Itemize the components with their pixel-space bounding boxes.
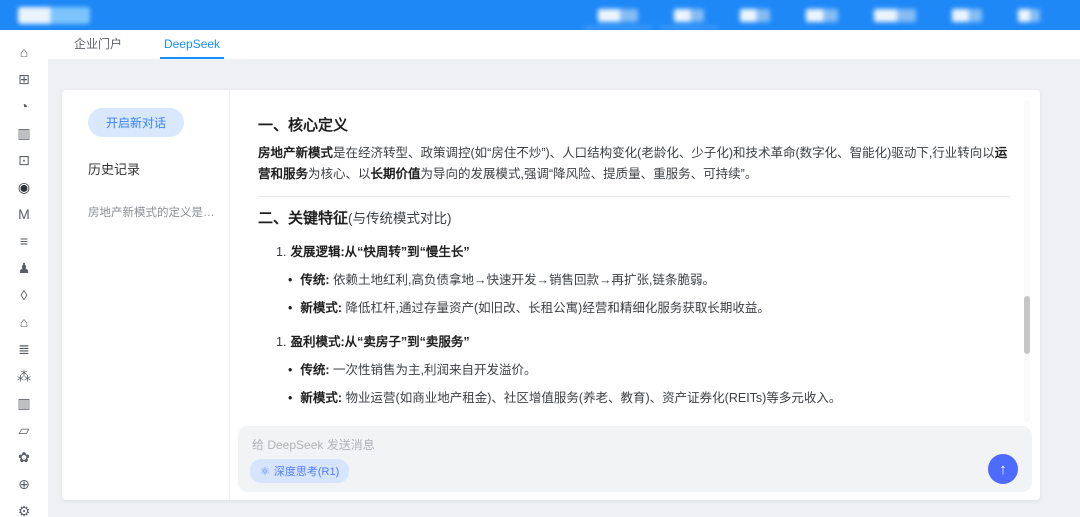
message-input-placeholder[interactable]: 给 DeepSeek 发送消息: [252, 436, 1018, 453]
chat-scrollbar-thumb[interactable]: [1024, 296, 1030, 354]
home-alt-icon[interactable]: ⌂: [16, 315, 32, 329]
blurred-nav-item[interactable]: [598, 9, 638, 22]
feature-bullet: •新模式: 降低杠杆,通过存量资产(如旧改、长租公寓)经营和精细化服务获取长期收…: [288, 299, 1010, 318]
settings-gear-icon[interactable]: ⚙: [16, 504, 32, 517]
flower-badge-icon[interactable]: ✿: [16, 450, 32, 464]
feature-item-title: 1.盈利模式:从“卖房子”到“卖服务”: [276, 331, 1010, 350]
history-title: 历史记录: [88, 159, 215, 178]
section-divider: [258, 196, 1010, 197]
blurred-nav-item[interactable]: [806, 9, 838, 22]
tab-deepseek[interactable]: DeepSeek: [160, 30, 224, 59]
app-badge-icon[interactable]: ◉: [16, 180, 32, 194]
definition-paragraph: 房地产新模式是在经济转型、政策调控(如“房住不炒”)、人口结构变化(老龄化、少子…: [258, 143, 1010, 184]
atom-icon: ⚛: [260, 465, 270, 478]
chat-messages: 一、核心定义 房地产新模式是在经济转型、政策调控(如“房住不炒”)、人口结构变化…: [238, 100, 1032, 422]
deep-think-button[interactable]: ⚛深度思考(R1): [250, 459, 349, 483]
user-icon[interactable]: ♟: [16, 261, 32, 275]
chat-scrollbar-track: [1024, 100, 1030, 422]
barcode-alt-icon[interactable]: ▥: [16, 396, 32, 410]
feature-bullet: •传统: 依赖土地红利,高负债拿地→快速开发→销售回款→再扩张,链条脆弱。: [288, 271, 1010, 290]
media-add-icon[interactable]: ⊡: [16, 153, 32, 167]
tab-bar: 企业门户 DeepSeek: [48, 30, 1080, 60]
bank-icon[interactable]: ≣: [16, 342, 32, 356]
barcode-icon[interactable]: ▥: [16, 126, 32, 140]
send-button[interactable]: ↑: [988, 454, 1018, 484]
blurred-nav-item[interactable]: [952, 9, 982, 22]
feature-bullet: •新模式: 物业运营(如商业地产租金)、社区增值服务(养老、教育)、资产证券化(…: [288, 389, 1010, 408]
tab-portal[interactable]: 企业门户: [70, 30, 126, 59]
history-item[interactable]: 房地产新模式的定义是什么: [88, 204, 215, 220]
feature-item-title: 1.发展逻辑:从“快周转”到“慢生长”: [276, 241, 1010, 260]
section-title-features: 二、关键特征(与传统模式对比): [258, 207, 1010, 228]
app-logo: [18, 7, 90, 24]
nav-items: [598, 9, 1062, 22]
blurred-nav-item[interactable]: [874, 9, 916, 22]
feature-bullet: •传统: 一次性销售为主,利润来自开发溢价。: [288, 361, 1010, 380]
network-icon[interactable]: ⁂: [16, 369, 32, 383]
feature-item-title: 1.产品思维:从“标准化复制”到“精准化供给”: [276, 420, 1010, 422]
icon-sidebar: ⌂ ⊞ ◔ ▥ ⊡ ◉ M ≡ ♟ ◊ ⌂ ≣ ⁂ ▥ ▱ ✿ ⊕ ⚙: [0, 30, 48, 517]
deepseek-chat-card: 开启新对话 历史记录 房地产新模式的定义是什么 一、核心定义 房地产新模式是在经…: [62, 90, 1040, 500]
shield-icon[interactable]: ◊: [16, 288, 32, 302]
top-navbar: [0, 0, 1080, 30]
blurred-nav-item[interactable]: [674, 9, 704, 22]
folder-icon[interactable]: ▱: [16, 423, 32, 437]
blurred-nav-item[interactable]: [1018, 9, 1040, 22]
org-chart-icon[interactable]: ⊞: [16, 72, 32, 86]
message-input-area[interactable]: 给 DeepSeek 发送消息 ⚛深度思考(R1) ↑: [238, 426, 1032, 492]
feature-list: 1.发展逻辑:从“快周转”到“慢生长” •传统: 依赖土地红利,高负债拿地→快速开…: [258, 241, 1010, 422]
chat-main: 一、核心定义 房地产新模式是在经济转型、政策调控(如“房住不炒”)、人口结构变化…: [230, 90, 1040, 500]
letter-m-icon[interactable]: M: [16, 207, 32, 221]
home-icon[interactable]: ⌂: [16, 45, 32, 59]
chat-side-panel: 开启新对话 历史记录 房地产新模式的定义是什么: [62, 90, 230, 500]
pie-chart-icon[interactable]: ◔: [16, 99, 32, 113]
workspace: 开启新对话 历史记录 房地产新模式的定义是什么 一、核心定义 房地产新模式是在经…: [48, 60, 1080, 517]
new-chat-button[interactable]: 开启新对话: [88, 108, 184, 137]
arrow-up-icon: ↑: [999, 461, 1007, 478]
list-icon[interactable]: ≡: [16, 234, 32, 248]
globe-icon[interactable]: ⊕: [16, 477, 32, 491]
blurred-nav-item[interactable]: [740, 9, 770, 22]
section-title-definition: 一、核心定义: [258, 114, 1010, 135]
